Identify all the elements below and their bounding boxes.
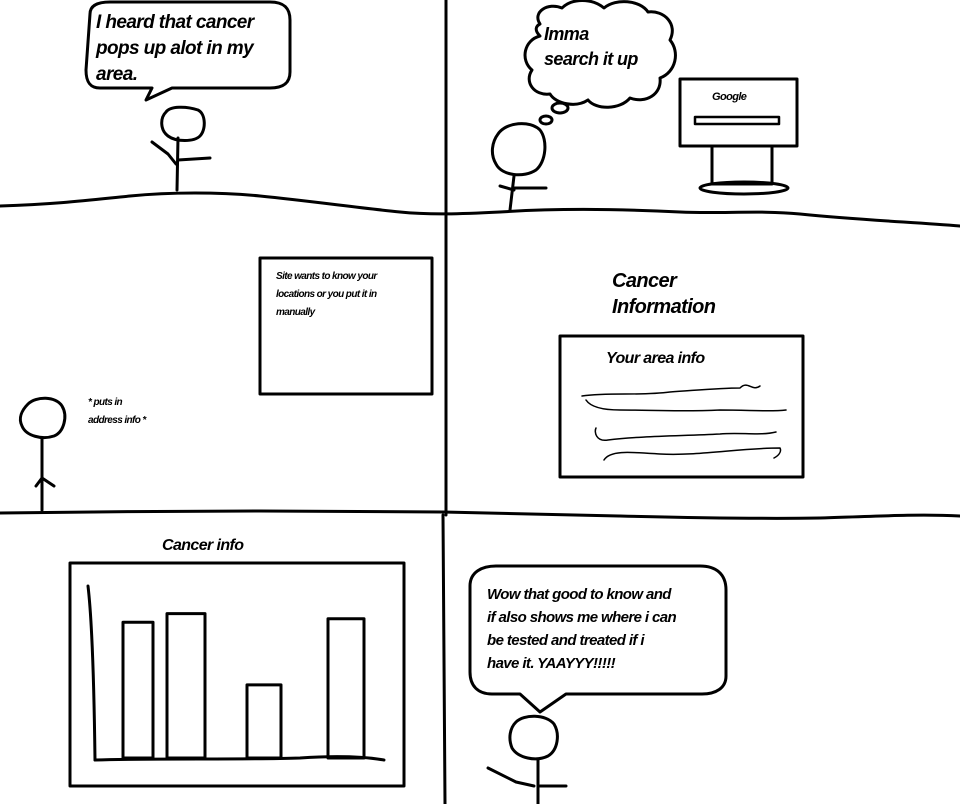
chart-bar-1: [121, 620, 155, 760]
comic-canvas: I heard that cancer pops up alot in my a…: [0, 0, 960, 804]
address-caption: * puts in address info *: [88, 397, 146, 426]
panel6-speech-text: Wow that good to know and if also shows …: [487, 586, 677, 672]
y-axis: [86, 584, 97, 762]
cancer-information-title: Cancer Information: [612, 270, 716, 318]
panel1-speech-text: I heard that cancer pops up alot in my a…: [96, 12, 254, 85]
panel1-stick-figure: [150, 105, 212, 192]
panel3-stick-figure: [18, 396, 67, 512]
arm-left: [486, 766, 536, 788]
chart-title: Cancer info: [162, 537, 244, 554]
head: [18, 396, 67, 440]
arm-right: [176, 156, 212, 162]
panel2-thought-text: Imma search it up: [544, 24, 638, 69]
panel2-stick-figure: [490, 122, 548, 212]
thought-dot-large: [550, 101, 570, 115]
monitor-google-label: Google: [712, 91, 747, 103]
head: [490, 122, 547, 177]
vertical-divider-bottom: [441, 513, 447, 804]
ground-line-top: [0, 191, 960, 228]
leg-right: [40, 476, 56, 488]
ground-line-middle: [0, 509, 960, 520]
head: [508, 714, 559, 761]
chart-axes: [86, 584, 386, 762]
chart-frame: [68, 561, 406, 788]
area-info-scribbles: [581, 384, 787, 461]
chart-bars: [121, 612, 366, 760]
panel6-stick-figure: [486, 714, 568, 804]
chart-bar-3: [245, 683, 283, 760]
head: [160, 105, 206, 142]
chart-bar-4: [326, 617, 366, 760]
location-popup-text: Site wants to know your locations or you…: [276, 271, 377, 318]
chart-bar-2: [165, 612, 207, 760]
arm-left: [150, 140, 178, 166]
body: [508, 174, 516, 212]
area-info-title: Your area info: [606, 350, 705, 367]
thought-dot-small: [538, 114, 554, 126]
